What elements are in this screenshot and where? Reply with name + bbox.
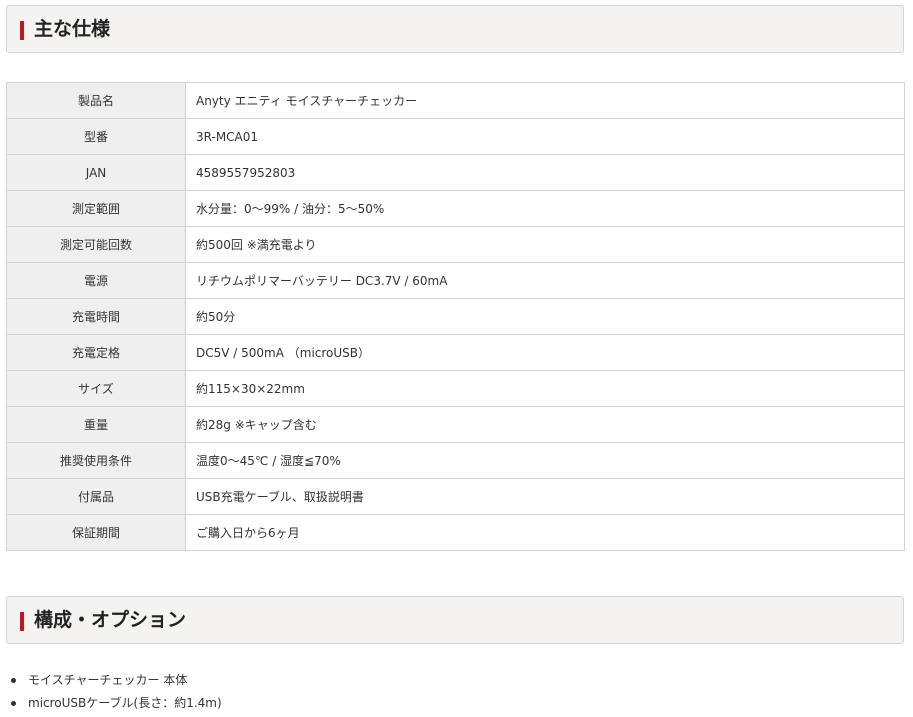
table-row: 保証期間 ご購入日から6ヶ月 (6, 514, 905, 551)
spec-value: USB充電ケーブル、取扱説明書 (185, 478, 905, 515)
header-accent-bar (20, 612, 24, 631)
bullet-dot-icon (11, 678, 16, 683)
spec-label: 測定可能回数 (6, 226, 186, 263)
spec-label: JAN (6, 154, 186, 191)
table-row: 型番 3R-MCA01 (6, 118, 905, 155)
spec-label: 重量 (6, 406, 186, 443)
spec-value: Anyty エニティ モイスチャーチェッカー (185, 82, 905, 119)
list-item: モイスチャーチェッカー 本体 (11, 669, 222, 692)
spec-value: 水分量：0～99% / 油分：5～50% (185, 190, 905, 227)
table-row: 測定可能回数 約500回 ※満充電より (6, 226, 905, 263)
spec-label: 推奨使用条件 (6, 442, 186, 479)
spec-value: リチウムポリマーバッテリー DC3.7V / 60mA (185, 262, 905, 299)
options-list: モイスチャーチェッカー 本体 microUSBケーブル(長さ：約1.4m) (0, 669, 222, 715)
table-row: 重量 約28g ※キャップ含む (6, 406, 905, 443)
spec-value: 約50分 (185, 298, 905, 335)
spec-label: 製品名 (6, 82, 186, 119)
table-row: 測定範囲 水分量：0～99% / 油分：5～50% (6, 190, 905, 227)
table-row: 製品名 Anyty エニティ モイスチャーチェッカー (6, 82, 905, 119)
spec-label: 付属品 (6, 478, 186, 515)
spec-label: サイズ (6, 370, 186, 407)
options-section-header: 構成・オプション (6, 596, 904, 644)
table-row: サイズ 約115×30×22mm (6, 370, 905, 407)
spec-value: 温度0～45℃ / 湿度≦70% (185, 442, 905, 479)
specs-section-title: 主な仕様 (34, 18, 111, 40)
spec-value: 約115×30×22mm (185, 370, 905, 407)
list-item-text: モイスチャーチェッカー 本体 (28, 673, 188, 687)
page: 主な仕様 製品名 Anyty エニティ モイスチャーチェッカー 型番 3R-MC… (0, 0, 913, 717)
spec-label: 充電定格 (6, 334, 186, 371)
header-accent-bar (20, 21, 24, 40)
spec-label: 型番 (6, 118, 186, 155)
bullet-dot-icon (11, 701, 16, 706)
options-section-title: 構成・オプション (34, 609, 187, 631)
spec-value: ご購入日から6ヶ月 (185, 514, 905, 551)
table-row: 充電定格 DC5V / 500mA （microUSB） (6, 334, 905, 371)
spec-label: 測定範囲 (6, 190, 186, 227)
spec-label: 電源 (6, 262, 186, 299)
list-item: microUSBケーブル(長さ：約1.4m) (11, 692, 222, 715)
spec-value: 約28g ※キャップ含む (185, 406, 905, 443)
spec-table: 製品名 Anyty エニティ モイスチャーチェッカー 型番 3R-MCA01 J… (6, 82, 905, 551)
spec-label: 充電時間 (6, 298, 186, 335)
table-row: 付属品 USB充電ケーブル、取扱説明書 (6, 478, 905, 515)
spec-value: 約500回 ※満充電より (185, 226, 905, 263)
spec-value: DC5V / 500mA （microUSB） (185, 334, 905, 371)
spec-value: 4589557952803 (185, 154, 905, 191)
spec-label: 保証期間 (6, 514, 186, 551)
table-row: 推奨使用条件 温度0～45℃ / 湿度≦70% (6, 442, 905, 479)
specs-section-header: 主な仕様 (6, 5, 904, 53)
list-item-text: microUSBケーブル(長さ：約1.4m) (28, 696, 222, 710)
table-row: JAN 4589557952803 (6, 154, 905, 191)
spec-value: 3R-MCA01 (185, 118, 905, 155)
table-row: 電源 リチウムポリマーバッテリー DC3.7V / 60mA (6, 262, 905, 299)
table-row: 充電時間 約50分 (6, 298, 905, 335)
